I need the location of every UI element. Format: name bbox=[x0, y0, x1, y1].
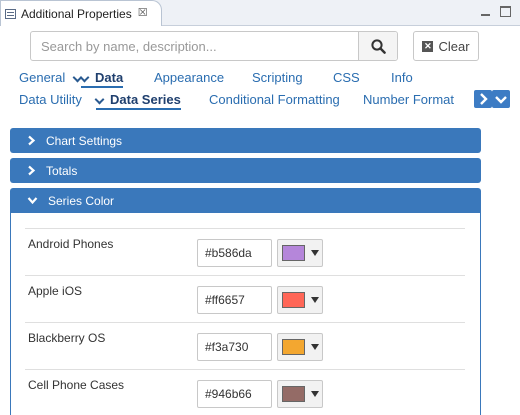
tab-data-series[interactable]: Data Series bbox=[94, 90, 181, 110]
series-name: Cell Phone Cases bbox=[28, 378, 125, 392]
tabs-menu-button[interactable] bbox=[492, 90, 510, 108]
view-tab[interactable]: Additional Properties ☒ bbox=[0, 0, 162, 26]
series-name: Blackberry OS bbox=[28, 331, 106, 345]
tab-number-format[interactable]: Number Format bbox=[363, 90, 454, 110]
color-hex-input[interactable] bbox=[197, 380, 272, 408]
tab-data[interactable]: Data bbox=[79, 68, 124, 88]
tab-number-format-label: Number Format bbox=[363, 92, 455, 107]
chevron-right-icon bbox=[28, 165, 36, 176]
section-title: Series Color bbox=[48, 193, 115, 208]
tab-general[interactable]: General bbox=[19, 68, 88, 88]
color-swatch bbox=[282, 386, 305, 402]
tabs-scroll-right-button[interactable] bbox=[474, 90, 492, 108]
view-title: Additional Properties bbox=[21, 6, 132, 21]
search-icon bbox=[370, 38, 386, 54]
clear-button-label: Clear bbox=[438, 38, 470, 54]
series-color-row: Blackberry OS bbox=[25, 322, 465, 369]
tab-appearance[interactable]: Appearance bbox=[154, 68, 224, 88]
tab-conditional-formatting-label: Conditional Formatting bbox=[209, 92, 340, 107]
color-swatch bbox=[282, 292, 305, 308]
clear-x-icon: ✕ bbox=[422, 40, 434, 52]
tab-general-label: General bbox=[19, 70, 66, 85]
chevron-right-icon bbox=[480, 93, 488, 105]
section-series-color[interactable]: Series Color bbox=[10, 188, 481, 213]
chevron-down-icon[interactable] bbox=[79, 72, 90, 83]
tab-appearance-label: Appearance bbox=[154, 70, 225, 85]
tab-info[interactable]: Info bbox=[391, 68, 413, 88]
series-color-row: Cell Phone Cases bbox=[25, 369, 465, 415]
series-name: Apple iOS bbox=[28, 284, 83, 298]
tab-info-label: Info bbox=[391, 70, 413, 85]
tab-data-utility[interactable]: Data Utility bbox=[19, 90, 82, 110]
section-totals[interactable]: Totals bbox=[10, 158, 481, 183]
chevron-down-icon[interactable] bbox=[94, 94, 105, 105]
tab-data-label: Data bbox=[95, 70, 124, 85]
series-color-row: Android Phones bbox=[25, 228, 465, 275]
section-title: Chart Settings bbox=[46, 133, 123, 148]
tab-data-utility-label: Data Utility bbox=[19, 92, 82, 107]
color-swatch bbox=[282, 245, 305, 261]
close-icon[interactable]: ☒ bbox=[138, 8, 148, 19]
color-picker-button[interactable] bbox=[277, 380, 323, 408]
maximize-icon[interactable] bbox=[500, 6, 511, 17]
color-hex-input[interactable] bbox=[197, 239, 272, 267]
series-name: Android Phones bbox=[28, 237, 114, 251]
chevron-down-icon bbox=[27, 197, 38, 205]
secondary-tab-strip: Data Utility Data Series Conditional For… bbox=[0, 90, 520, 110]
color-picker-button[interactable] bbox=[277, 333, 323, 361]
chevron-right-icon bbox=[28, 135, 36, 146]
tab-css[interactable]: CSS bbox=[333, 68, 360, 88]
color-hex-input[interactable] bbox=[197, 286, 272, 314]
search-button[interactable] bbox=[358, 32, 397, 60]
tab-conditional-formatting[interactable]: Conditional Formatting bbox=[209, 90, 340, 110]
section-title: Totals bbox=[46, 163, 78, 178]
chevron-down-icon bbox=[495, 96, 507, 104]
section-chart-settings[interactable]: Chart Settings bbox=[10, 128, 481, 153]
primary-tab-strip: General Data Appearance Scripting CSS In… bbox=[0, 68, 520, 88]
clear-button[interactable]: ✕ Clear bbox=[413, 31, 479, 61]
properties-view-icon bbox=[5, 8, 16, 19]
tab-data-series-label: Data Series bbox=[110, 92, 181, 107]
color-hex-input[interactable] bbox=[197, 333, 272, 361]
caret-down-icon bbox=[311, 391, 319, 397]
tab-scripting-label: Scripting bbox=[252, 70, 303, 85]
tab-css-label: CSS bbox=[333, 70, 360, 85]
search-box bbox=[30, 31, 398, 61]
caret-down-icon bbox=[311, 297, 319, 303]
search-input[interactable] bbox=[31, 32, 358, 60]
color-swatch bbox=[282, 339, 305, 355]
caret-down-icon bbox=[311, 344, 319, 350]
view-title-bar: Additional Properties ☒ bbox=[0, 0, 520, 26]
caret-down-icon bbox=[311, 250, 319, 256]
minimize-icon[interactable] bbox=[480, 6, 491, 17]
tab-scripting[interactable]: Scripting bbox=[252, 68, 303, 88]
series-color-panel: Android Phones Apple iOS Blackberry OS C… bbox=[10, 213, 481, 415]
color-picker-button[interactable] bbox=[277, 239, 323, 267]
series-color-row: Apple iOS bbox=[25, 275, 465, 322]
color-picker-button[interactable] bbox=[277, 286, 323, 314]
